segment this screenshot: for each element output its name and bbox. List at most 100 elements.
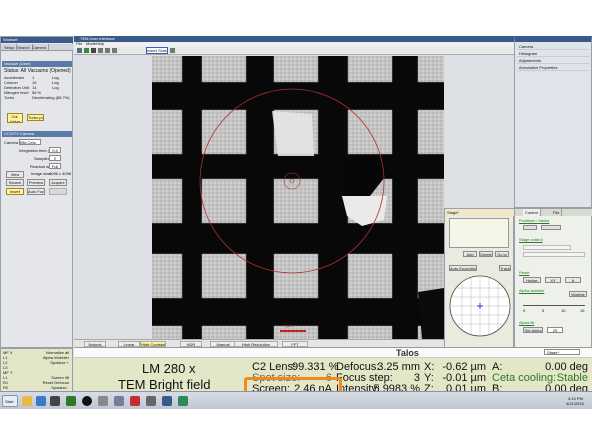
slider-tick-label: 10 xyxy=(561,308,566,313)
play-icon[interactable] xyxy=(84,48,89,53)
grid-square xyxy=(273,56,319,83)
turbo-pump-button[interactable]: Turbo pump xyxy=(27,114,44,121)
app-icon-7[interactable] xyxy=(162,396,172,406)
status-header xyxy=(74,348,592,358)
acquire-button[interactable]: Acquire xyxy=(49,179,67,186)
reset-label: Reset xyxy=(519,270,530,275)
alpha-tilt-label: Alpha tilt xyxy=(519,320,535,325)
left-panel: Workset Setup Search Camera Vacuum (User… xyxy=(0,36,73,348)
grid-square xyxy=(201,253,247,299)
reset-holder-button[interactable]: Holder xyxy=(523,277,541,283)
slider-tick-label: 0 xyxy=(523,308,526,313)
center-toolbar: Insert Screen xyxy=(74,47,514,55)
integration-label: Integration time (s) xyxy=(19,148,53,153)
grid-square xyxy=(273,325,319,339)
save-icon[interactable] xyxy=(77,48,82,53)
tem-image[interactable]: 5 µm xyxy=(152,56,444,339)
app-icon-1[interactable] xyxy=(66,396,76,406)
torn-region-4 xyxy=(418,288,444,339)
auto-focus-button[interactable]: Auto Focus xyxy=(27,188,45,195)
menu-help[interactable]: Help xyxy=(96,42,104,46)
set-alpha-input[interactable]: 25 xyxy=(547,327,563,333)
vacuum-row-unit: Log xyxy=(52,85,59,90)
readout-select[interactable]: Full xyxy=(49,163,61,169)
insert-button[interactable]: Insert xyxy=(6,188,24,195)
stage-dropdown[interactable]: Stage* xyxy=(544,349,580,355)
app-icon-3[interactable] xyxy=(98,396,108,406)
softkey-function[interactable]: Spotsize - xyxy=(51,386,69,390)
view-button[interactable]: View xyxy=(6,171,24,178)
softkey-function[interactable]: Spotsize + xyxy=(50,361,69,365)
positions-section-label: Positions / tracks xyxy=(519,218,550,223)
folder-icon[interactable] xyxy=(22,396,32,406)
stage-control-field-2[interactable] xyxy=(523,252,585,257)
zoom-icon[interactable] xyxy=(105,48,110,53)
menu-file[interactable]: File xyxy=(76,42,82,46)
microscope-icon[interactable] xyxy=(50,396,60,406)
vacuum-status: Status: All Vacuums (Opened) xyxy=(4,68,71,74)
preview-button[interactable]: Preview xyxy=(27,179,45,186)
vacuum-row: Turbo Decelerating (85.7%) xyxy=(4,96,72,101)
stage-add-button[interactable]: Add xyxy=(463,251,477,257)
tab-control[interactable]: Control xyxy=(523,209,541,216)
set-alpha-button[interactable]: Set Alpha xyxy=(523,327,543,333)
reset-a-button[interactable]: A xyxy=(565,277,581,283)
positions-button-1[interactable] xyxy=(523,225,537,230)
col-valve-button[interactable]: Col. Valve Closed xyxy=(7,113,23,123)
browser-icon[interactable] xyxy=(36,396,46,406)
right-panel-item[interactable]: Histogram xyxy=(517,51,589,57)
cross-icon[interactable] xyxy=(112,48,117,53)
grid-square xyxy=(152,178,183,224)
app-icon-8[interactable] xyxy=(178,396,188,406)
grid-square xyxy=(273,178,319,224)
right-panel-item[interactable]: Camera xyxy=(517,44,589,50)
filter-bar: Natural Linear High Contrast HDR Manual High … xyxy=(74,339,444,347)
tab-camera[interactable]: Camera xyxy=(30,44,50,51)
stage-delete-button[interactable]: Delete xyxy=(479,251,493,257)
mode-icon[interactable] xyxy=(170,48,175,53)
left-tabs: Setup Search Camera xyxy=(1,44,73,51)
app-icon-2[interactable] xyxy=(82,396,92,406)
app-icon-6[interactable] xyxy=(146,396,156,406)
pause-icon[interactable] xyxy=(91,48,96,53)
start-label: Start xyxy=(5,399,14,404)
stage-map[interactable] xyxy=(449,275,511,337)
menu-mode[interactable]: Mode xyxy=(86,42,96,46)
stage-list[interactable] xyxy=(449,218,509,248)
grid-square xyxy=(152,253,183,299)
auto-eucentric-button[interactable]: Auto Eucentric xyxy=(449,265,477,271)
search-button[interactable]: Search xyxy=(6,179,24,186)
sampling-select[interactable]: 2 xyxy=(49,155,61,161)
right-panel-item[interactable]: Annotation Properties xyxy=(517,65,589,71)
start-button[interactable]: Start xyxy=(2,395,18,407)
desktop-screen: Workset Setup Search Camera Vacuum (User… xyxy=(0,36,592,409)
stage-goto-button[interactable]: Go to xyxy=(495,251,509,257)
grid-image xyxy=(152,56,444,339)
slider-tick-label: 5 xyxy=(542,308,545,313)
integration-input[interactable]: 0.4 xyxy=(49,147,61,153)
right-tools-tabs: Control File xyxy=(515,209,592,216)
positions-button-2[interactable] xyxy=(541,225,561,230)
tab-file[interactable]: File xyxy=(551,209,563,216)
camera-select[interactable]: BM-Ceta xyxy=(19,139,41,145)
insert-screen-button[interactable]: Insert Screen xyxy=(146,47,168,54)
app-icon-5[interactable] xyxy=(130,396,140,406)
right-panel-item[interactable]: Adjustments xyxy=(517,58,589,64)
reset-xy-button[interactable]: XY xyxy=(545,277,561,283)
grid-square xyxy=(201,325,247,339)
grid-square xyxy=(152,56,183,83)
app-icon-4[interactable] xyxy=(114,396,124,406)
wobble-button[interactable]: Wobble xyxy=(569,291,587,297)
grid-square xyxy=(417,56,444,83)
grid-square xyxy=(201,109,247,155)
alpha-slider-ticks: 0 5 10 15 xyxy=(523,309,585,314)
vacuum-header: Vacuum (User) xyxy=(2,61,72,67)
track-button[interactable]: Track xyxy=(499,265,511,271)
right-panel: Camera Histogram Adjustments Annotation Pro… xyxy=(514,36,592,208)
stage-control-field-1[interactable] xyxy=(523,245,571,250)
grid-square xyxy=(152,325,183,339)
alpha-slider[interactable] xyxy=(523,303,585,307)
grid-icon[interactable] xyxy=(98,48,103,53)
grid-square xyxy=(273,253,319,299)
app-name: Talos xyxy=(396,348,419,358)
